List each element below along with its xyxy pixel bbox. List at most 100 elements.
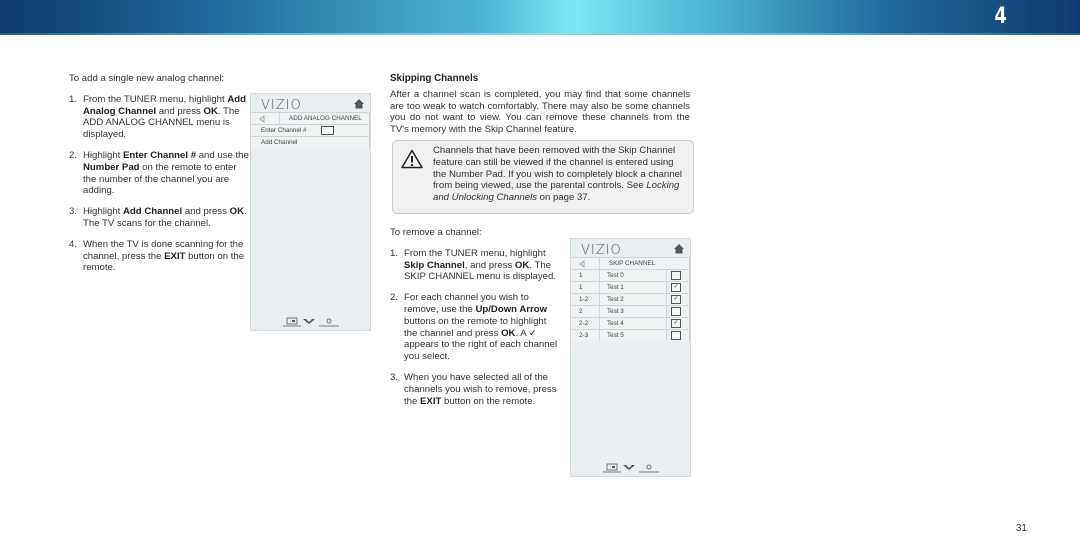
step-number: 3. <box>390 371 399 383</box>
warning-note: Channels that have been removed with the… <box>392 140 694 214</box>
settings-gear-icon <box>319 318 339 327</box>
skip-channel-row: 2-3 Test 5 <box>571 329 690 341</box>
chapter-header-bar: 4 <box>0 0 1080 33</box>
emphasized-term: Add Channel <box>123 206 183 218</box>
emphasized-term: EXIT <box>420 395 442 407</box>
step-number: 2. <box>390 292 399 304</box>
column-divider <box>599 318 600 329</box>
step-item: 2. For each channel you wish to remove, u… <box>390 292 558 363</box>
column-divider <box>599 258 600 269</box>
channel-number: 2-3 <box>579 332 589 339</box>
channel-number: 2-2 <box>579 320 589 327</box>
home-icon <box>354 99 364 109</box>
column-divider <box>599 282 600 293</box>
column-divider <box>599 294 600 305</box>
menu-title-row: ADD ANALOG CHANNEL <box>251 112 370 124</box>
checked-checkbox-icon: ✓ <box>671 295 681 304</box>
unchecked-checkbox-icon <box>671 271 681 280</box>
menu-title: ADD ANALOG CHANNEL <box>289 115 362 122</box>
checked-checkbox-icon: ✓ <box>671 319 681 328</box>
warning-icon <box>401 149 423 169</box>
input-icon <box>603 463 621 473</box>
channel-name: Test 4 <box>607 320 624 327</box>
vizio-logo: VIZIO <box>581 243 622 258</box>
channel-number: 1-2 <box>579 296 589 303</box>
menu-bottom-icons <box>571 461 690 473</box>
step-number: 4. <box>69 238 78 250</box>
remove-channel-instructions: To remove a channel: 1. From the TUNER me… <box>390 227 560 416</box>
note-text: Channels that have been removed with the… <box>433 145 683 192</box>
step-item: 4. When the TV is done scanning for the c… <box>69 238 245 274</box>
column-divider <box>666 294 667 305</box>
step-item: 1. From the TUNER menu, highlight Add Ana… <box>69 93 246 141</box>
note-text-end: on page 37. <box>537 192 591 204</box>
home-icon <box>674 244 684 254</box>
section-heading: Skipping Channels <box>390 73 479 84</box>
add-analog-channel-menu-screenshot: VIZIO ADD ANALOG CHANNEL Enter Channel #… <box>250 93 371 331</box>
step-number: 2. <box>69 149 78 161</box>
unchecked-checkbox-icon <box>671 307 681 316</box>
chapter-number: 4 <box>994 4 1007 29</box>
column-divider <box>599 330 600 341</box>
emphasized-term: OK <box>203 105 218 117</box>
header-divider <box>0 33 1080 35</box>
channel-name: Test 2 <box>607 296 624 303</box>
channel-number: 2 <box>579 308 583 315</box>
menu-item-enter-channel: Enter Channel # <box>251 124 370 136</box>
step-item: 1. From the TUNER menu, highlight Skip Ch… <box>390 247 556 283</box>
checked-checkbox-icon: ✓ <box>671 283 681 292</box>
channel-name: Test 5 <box>607 332 624 339</box>
emphasized-term: Enter Channel # <box>123 149 197 161</box>
step-number: 1. <box>69 93 78 105</box>
column-divider <box>666 318 667 329</box>
chevron-down-icon <box>623 465 635 470</box>
channel-number-field <box>321 126 334 135</box>
warning-note-text: Channels that have been removed with the… <box>433 145 685 204</box>
column-divider <box>599 270 600 281</box>
menu-item-label: Enter Channel # <box>261 127 307 134</box>
menu-item-label: Add Channel <box>261 139 298 146</box>
emphasized-term: OK <box>501 327 516 339</box>
back-arrow-icon <box>579 260 585 268</box>
remove-channel-intro: To remove a channel: <box>390 227 482 238</box>
step-item: 3. When you have selected all of the chan… <box>390 371 557 407</box>
column-divider <box>666 306 667 317</box>
skip-channel-row: 1 Test 1 ✓ <box>571 281 690 293</box>
page-number: 31 <box>1015 523 1027 534</box>
channel-name: Test 0 <box>607 272 624 279</box>
channel-number: 1 <box>579 272 583 279</box>
step-item: 2. Highlight Enter Channel # and use the … <box>69 149 249 197</box>
menu-bottom-icons <box>251 315 370 327</box>
column-divider <box>279 113 280 124</box>
channel-name: Test 1 <box>607 284 624 291</box>
menu-title: SKIP CHANNEL <box>609 260 656 267</box>
add-channel-instructions: To add a single new analog channel: 1. Fr… <box>69 73 249 283</box>
emphasized-term: Number Pad <box>83 161 140 173</box>
vizio-logo: VIZIO <box>261 98 302 113</box>
column-divider <box>666 270 667 281</box>
emphasized-term: OK <box>229 206 245 218</box>
column-divider <box>666 282 667 293</box>
step-item: 3. Highlight Add Channel and press OK. Th… <box>69 206 247 229</box>
emphasized-term: Skip Channel <box>404 259 465 271</box>
settings-gear-icon <box>639 464 659 473</box>
unchecked-checkbox-icon <box>671 331 681 340</box>
skipping-channels-section: Skipping Channels After a channel scan i… <box>390 73 690 136</box>
input-icon <box>283 317 301 327</box>
section-paragraph: After a channel scan is completed, you m… <box>390 88 690 136</box>
emphasized-term: Add Analog Channel <box>83 93 246 117</box>
skip-channel-row: 2-2 Test 4 ✓ <box>571 317 690 329</box>
channel-name: Test 3 <box>607 308 624 315</box>
remove-channel-steps: 1. From the TUNER menu, highlight Skip Ch… <box>390 248 560 408</box>
menu-title-row: SKIP CHANNEL <box>571 257 690 269</box>
emphasized-term: OK <box>514 259 530 271</box>
skip-channel-row: 1-2 Test 2 ✓ <box>571 293 690 305</box>
step-number: 3. <box>69 206 78 218</box>
emphasized-term: Up/Down Arrow <box>475 303 548 315</box>
step-number: 1. <box>390 247 399 259</box>
emphasized-term: EXIT <box>164 250 186 262</box>
column-divider <box>666 330 667 341</box>
skip-channel-row: 1 Test 0 <box>571 269 690 281</box>
column-divider <box>599 306 600 317</box>
back-arrow-icon <box>259 115 265 123</box>
